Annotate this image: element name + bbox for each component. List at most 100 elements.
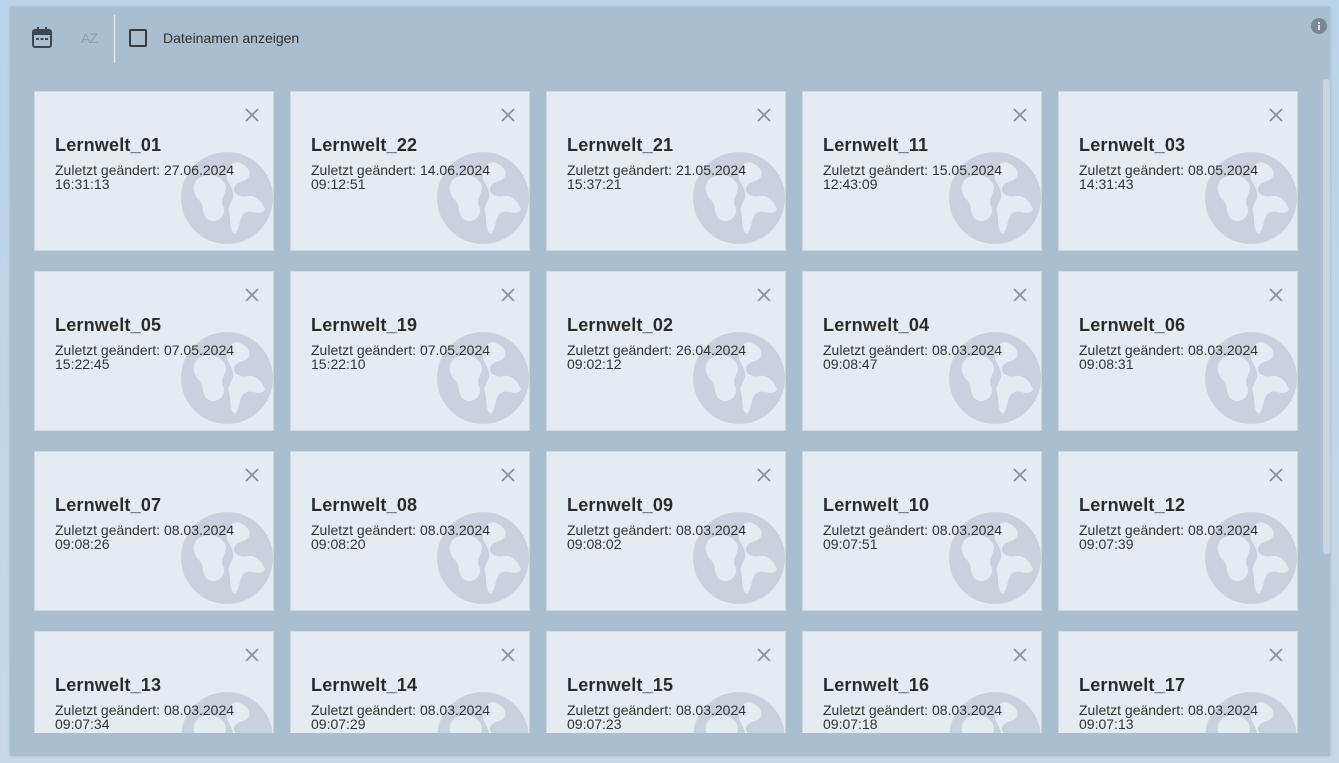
modified-time: 09:08:02 (567, 536, 622, 552)
learning-worlds-grid: Lernwelt_01 Zuletzt geändert: 27.06.2024… (34, 91, 1310, 733)
card-title: Lernwelt_16 (823, 675, 930, 695)
modified-date: Zuletzt geändert: 21.05.2024 (567, 162, 747, 178)
learning-world-card[interactable]: Lernwelt_08 Zuletzt geändert: 08.03.2024… (290, 451, 530, 611)
learning-world-card[interactable]: Lernwelt_01 Zuletzt geändert: 27.06.2024… (34, 91, 274, 251)
learning-world-card[interactable]: Lernwelt_21 Zuletzt geändert: 21.05.2024… (546, 91, 786, 251)
learning-world-card[interactable]: Lernwelt_12 Zuletzt geändert: 08.03.2024… (1058, 451, 1298, 611)
close-icon[interactable] (499, 286, 517, 304)
modified-date: Zuletzt geändert: 08.03.2024 (1079, 702, 1259, 718)
learning-world-card[interactable]: Lernwelt_16 Zuletzt geändert: 08.03.2024… (802, 631, 1042, 733)
card-title: Lernwelt_22 (311, 135, 418, 155)
card-modified: Zuletzt geändert: 08.03.2024 09:07:51 (823, 523, 1023, 551)
modified-date: Zuletzt geändert: 15.05.2024 (823, 162, 1003, 178)
learning-world-card[interactable]: Lernwelt_13 Zuletzt geändert: 08.03.2024… (34, 631, 274, 733)
card-modified: Zuletzt geändert: 08.03.2024 09:08:31 (1079, 343, 1279, 371)
modified-time: 09:07:23 (567, 716, 622, 732)
learning-world-card[interactable]: Lernwelt_19 Zuletzt geändert: 07.05.2024… (290, 271, 530, 431)
card-title: Lernwelt_01 (55, 135, 162, 155)
card-modified: Zuletzt geändert: 21.05.2024 15:37:21 (567, 163, 767, 191)
card-modified: Zuletzt geändert: 08.03.2024 09:07:29 (311, 703, 511, 731)
learning-worlds-panel: AZ Dateinamen anzeigen Lernwelt_01 Zulet… (10, 7, 1330, 756)
sort-alpha-icon: AZ (81, 30, 98, 46)
card-modified: Zuletzt geändert: 27.06.2024 16:31:13 (55, 163, 255, 191)
card-title: Lernwelt_08 (311, 495, 418, 515)
card-title: Lernwelt_17 (1079, 675, 1186, 695)
modified-date: Zuletzt geändert: 08.03.2024 (823, 342, 1003, 358)
calendar-icon (32, 27, 52, 48)
card-modified: Zuletzt geändert: 07.05.2024 15:22:45 (55, 343, 255, 371)
learning-world-card[interactable]: Lernwelt_07 Zuletzt geändert: 08.03.2024… (34, 451, 274, 611)
scrollbar[interactable] (1323, 79, 1330, 554)
close-icon[interactable] (755, 106, 773, 124)
card-modified: Zuletzt geändert: 08.03.2024 09:08:20 (311, 523, 511, 551)
close-icon[interactable] (243, 286, 261, 304)
card-title: Lernwelt_11 (823, 135, 929, 155)
learning-world-card[interactable]: Lernwelt_02 Zuletzt geändert: 26.04.2024… (546, 271, 786, 431)
modified-time: 09:07:29 (311, 716, 366, 732)
sort-alphabetically-button[interactable]: AZ (77, 26, 101, 50)
card-title: Lernwelt_09 (567, 495, 674, 515)
card-title: Lernwelt_05 (55, 315, 162, 335)
learning-world-card[interactable]: Lernwelt_17 Zuletzt geändert: 08.03.2024… (1058, 631, 1298, 733)
show-filenames-checkbox[interactable] (129, 29, 147, 47)
learning-world-card[interactable]: Lernwelt_05 Zuletzt geändert: 07.05.2024… (34, 271, 274, 431)
info-button[interactable] (1310, 17, 1328, 35)
close-icon[interactable] (499, 106, 517, 124)
card-modified: Zuletzt geändert: 26.04.2024 09:02:12 (567, 343, 767, 371)
card-title: Lernwelt_21 (567, 135, 674, 155)
modified-date: Zuletzt geändert: 14.06.2024 (311, 162, 491, 178)
close-icon[interactable] (499, 646, 517, 664)
modified-date: Zuletzt geändert: 27.06.2024 (55, 162, 235, 178)
modified-date: Zuletzt geändert: 08.03.2024 (567, 522, 747, 538)
close-icon[interactable] (1267, 286, 1285, 304)
modified-date: Zuletzt geändert: 08.05.2024 (1079, 162, 1259, 178)
show-filenames-label: Dateinamen anzeigen (163, 30, 300, 46)
close-icon[interactable] (499, 466, 517, 484)
learning-world-card[interactable]: Lernwelt_15 Zuletzt geändert: 08.03.2024… (546, 631, 786, 733)
learning-world-card[interactable]: Lernwelt_04 Zuletzt geändert: 08.03.2024… (802, 271, 1042, 431)
card-title: Lernwelt_02 (567, 315, 674, 335)
close-icon[interactable] (1267, 646, 1285, 664)
close-icon[interactable] (755, 646, 773, 664)
close-icon[interactable] (243, 646, 261, 664)
modified-time: 09:08:31 (1079, 356, 1134, 372)
close-icon[interactable] (1011, 466, 1029, 484)
card-modified: Zuletzt geändert: 08.05.2024 14:31:43 (1079, 163, 1279, 191)
close-icon[interactable] (1011, 106, 1029, 124)
close-icon[interactable] (1267, 106, 1285, 124)
modified-date: Zuletzt geändert: 08.03.2024 (311, 702, 491, 718)
modified-time: 09:08:47 (823, 356, 878, 372)
modified-date: Zuletzt geändert: 08.03.2024 (1079, 342, 1259, 358)
card-title: Lernwelt_07 (55, 495, 162, 515)
learning-world-card[interactable]: Lernwelt_03 Zuletzt geändert: 08.05.2024… (1058, 91, 1298, 251)
modified-date: Zuletzt geändert: 08.03.2024 (55, 522, 235, 538)
close-icon[interactable] (755, 286, 773, 304)
card-title: Lernwelt_13 (55, 675, 162, 695)
close-icon[interactable] (755, 466, 773, 484)
close-icon[interactable] (1011, 286, 1029, 304)
close-icon[interactable] (243, 106, 261, 124)
close-icon[interactable] (1267, 466, 1285, 484)
card-modified: Zuletzt geändert: 07.05.2024 15:22:10 (311, 343, 511, 371)
learning-world-card[interactable]: Lernwelt_06 Zuletzt geändert: 08.03.2024… (1058, 271, 1298, 431)
info-icon (1311, 18, 1327, 34)
learning-world-card[interactable]: Lernwelt_11 Zuletzt geändert: 15.05.2024… (802, 91, 1042, 251)
card-title: Lernwelt_15 (567, 675, 674, 695)
card-modified: Zuletzt geändert: 08.03.2024 09:07:39 (1079, 523, 1279, 551)
modified-date: Zuletzt geändert: 07.05.2024 (55, 342, 235, 358)
close-icon[interactable] (243, 466, 261, 484)
card-title: Lernwelt_04 (823, 315, 930, 335)
learning-world-card[interactable]: Lernwelt_14 Zuletzt geändert: 08.03.2024… (290, 631, 530, 733)
modified-date: Zuletzt geändert: 08.03.2024 (567, 702, 747, 718)
card-modified: Zuletzt geändert: 08.03.2024 09:08:26 (55, 523, 255, 551)
modified-date: Zuletzt geändert: 07.05.2024 (311, 342, 491, 358)
modified-time: 09:02:12 (567, 356, 622, 372)
card-modified: Zuletzt geändert: 08.03.2024 09:07:23 (567, 703, 767, 731)
learning-world-card[interactable]: Lernwelt_09 Zuletzt geändert: 08.03.2024… (546, 451, 786, 611)
modified-time: 15:37:21 (567, 176, 622, 192)
sort-by-date-button[interactable] (30, 26, 54, 50)
learning-world-card[interactable]: Lernwelt_22 Zuletzt geändert: 14.06.2024… (290, 91, 530, 251)
modified-date: Zuletzt geändert: 08.03.2024 (823, 522, 1003, 538)
close-icon[interactable] (1011, 646, 1029, 664)
learning-world-card[interactable]: Lernwelt_10 Zuletzt geändert: 08.03.2024… (802, 451, 1042, 611)
